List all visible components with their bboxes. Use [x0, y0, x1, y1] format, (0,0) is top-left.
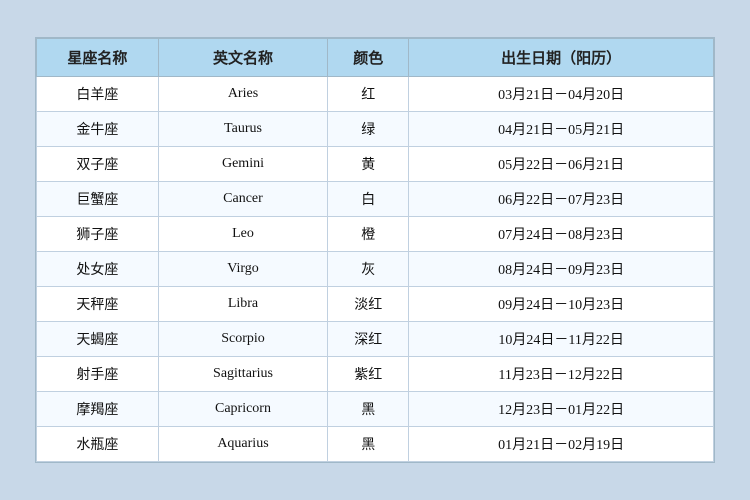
table-row: 水瓶座Aquarius黑01月21日－02月19日 — [37, 427, 714, 462]
cell-chinese: 天秤座 — [37, 287, 159, 322]
cell-date: 05月22日－06月21日 — [409, 147, 714, 182]
cell-english: Leo — [158, 217, 327, 252]
cell-english: Scorpio — [158, 322, 327, 357]
cell-chinese: 射手座 — [37, 357, 159, 392]
cell-english: Capricorn — [158, 392, 327, 427]
table-row: 狮子座Leo橙07月24日－08月23日 — [37, 217, 714, 252]
cell-date: 07月24日－08月23日 — [409, 217, 714, 252]
cell-english: Libra — [158, 287, 327, 322]
cell-color: 黑 — [328, 427, 409, 462]
cell-date: 11月23日－12月22日 — [409, 357, 714, 392]
cell-english: Cancer — [158, 182, 327, 217]
cell-date: 04月21日－05月21日 — [409, 112, 714, 147]
cell-date: 10月24日－11月22日 — [409, 322, 714, 357]
cell-english: Aquarius — [158, 427, 327, 462]
cell-color: 橙 — [328, 217, 409, 252]
cell-date: 09月24日－10月23日 — [409, 287, 714, 322]
cell-chinese: 巨蟹座 — [37, 182, 159, 217]
cell-chinese: 处女座 — [37, 252, 159, 287]
cell-color: 黑 — [328, 392, 409, 427]
table-row: 金牛座Taurus绿04月21日－05月21日 — [37, 112, 714, 147]
cell-chinese: 双子座 — [37, 147, 159, 182]
cell-color: 黄 — [328, 147, 409, 182]
cell-english: Taurus — [158, 112, 327, 147]
cell-color: 淡红 — [328, 287, 409, 322]
table-row: 处女座Virgo灰08月24日－09月23日 — [37, 252, 714, 287]
cell-color: 绿 — [328, 112, 409, 147]
cell-color: 紫红 — [328, 357, 409, 392]
cell-chinese: 白羊座 — [37, 77, 159, 112]
table-body: 白羊座Aries红03月21日－04月20日金牛座Taurus绿04月21日－0… — [37, 77, 714, 462]
zodiac-table-container: 星座名称 英文名称 颜色 出生日期（阳历） 白羊座Aries红03月21日－04… — [35, 37, 715, 463]
cell-english: Gemini — [158, 147, 327, 182]
table-row: 天秤座Libra淡红09月24日－10月23日 — [37, 287, 714, 322]
table-row: 天蝎座Scorpio深红10月24日－11月22日 — [37, 322, 714, 357]
cell-chinese: 水瓶座 — [37, 427, 159, 462]
table-row: 白羊座Aries红03月21日－04月20日 — [37, 77, 714, 112]
cell-date: 01月21日－02月19日 — [409, 427, 714, 462]
table-row: 巨蟹座Cancer白06月22日－07月23日 — [37, 182, 714, 217]
table-row: 射手座Sagittarius紫红11月23日－12月22日 — [37, 357, 714, 392]
table-header-row: 星座名称 英文名称 颜色 出生日期（阳历） — [37, 39, 714, 77]
cell-english: Sagittarius — [158, 357, 327, 392]
cell-color: 灰 — [328, 252, 409, 287]
cell-color: 红 — [328, 77, 409, 112]
cell-chinese: 金牛座 — [37, 112, 159, 147]
cell-chinese: 狮子座 — [37, 217, 159, 252]
header-color: 颜色 — [328, 39, 409, 77]
cell-english: Virgo — [158, 252, 327, 287]
cell-chinese: 摩羯座 — [37, 392, 159, 427]
cell-color: 白 — [328, 182, 409, 217]
header-english: 英文名称 — [158, 39, 327, 77]
table-row: 摩羯座Capricorn黑12月23日－01月22日 — [37, 392, 714, 427]
cell-color: 深红 — [328, 322, 409, 357]
cell-english: Aries — [158, 77, 327, 112]
cell-date: 08月24日－09月23日 — [409, 252, 714, 287]
cell-date: 06月22日－07月23日 — [409, 182, 714, 217]
cell-date: 03月21日－04月20日 — [409, 77, 714, 112]
cell-date: 12月23日－01月22日 — [409, 392, 714, 427]
header-date: 出生日期（阳历） — [409, 39, 714, 77]
header-chinese: 星座名称 — [37, 39, 159, 77]
zodiac-table: 星座名称 英文名称 颜色 出生日期（阳历） 白羊座Aries红03月21日－04… — [36, 38, 714, 462]
cell-chinese: 天蝎座 — [37, 322, 159, 357]
table-row: 双子座Gemini黄05月22日－06月21日 — [37, 147, 714, 182]
